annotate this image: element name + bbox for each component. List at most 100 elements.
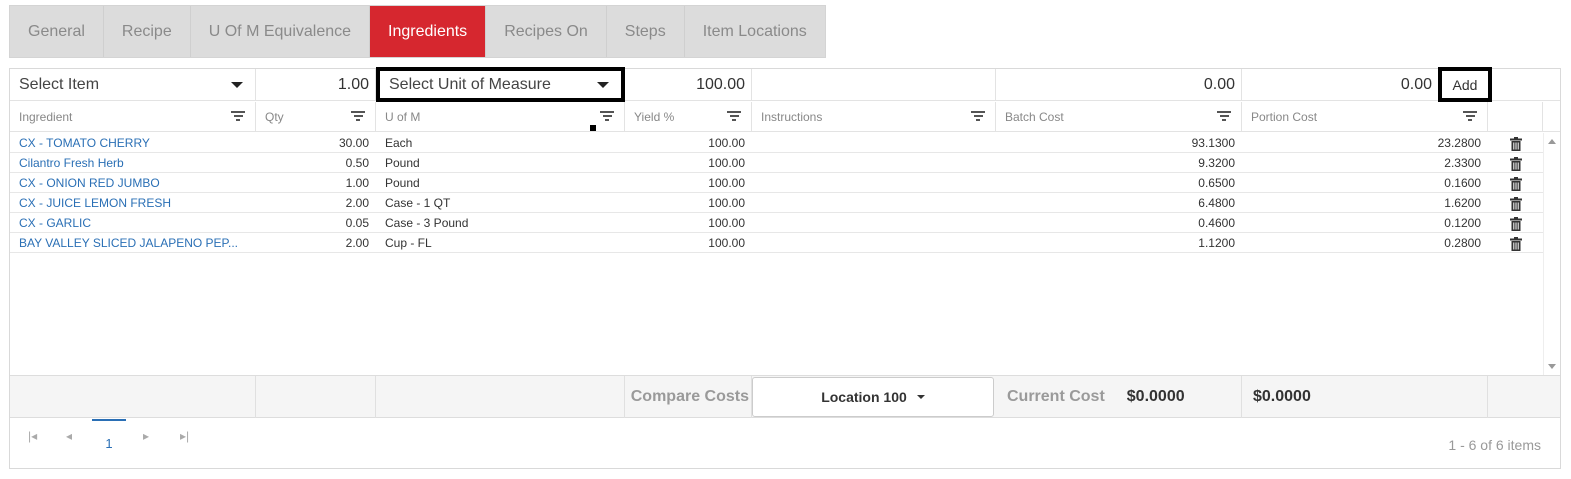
portion-cost-input[interactable]: 0.00 [1242,69,1438,100]
trash-icon[interactable] [1510,237,1522,251]
tab-ingredients[interactable]: Ingredients [370,6,487,57]
grid-footer: Compare Costs Location 100 Current Cost … [10,375,1560,418]
trash-icon[interactable] [1510,217,1522,231]
column-label: Qty [265,110,284,124]
column-header-ingredient[interactable]: Ingredient [10,102,256,132]
yield-cell: 100.00 [708,216,745,230]
table-row[interactable]: Cilantro Fresh Herb 0.50 Pound 100.00 9.3200… [10,153,1543,173]
batch-cost-input[interactable]: 0.00 [996,69,1242,100]
instructions-cell [752,133,996,153]
first-page-icon[interactable]: |◂ [28,429,37,443]
column-label: Ingredient [19,110,73,124]
footer-cell [10,376,256,418]
current-cost-label: Current Cost [1007,388,1105,405]
ingredient-link[interactable]: Cilantro Fresh Herb [10,153,256,173]
table-row[interactable]: CX - GARLIC 0.05 Case - 3 Pound 100.00 0.460… [10,213,1543,233]
column-header-instructions[interactable]: Instructions [752,102,996,132]
footer-current-cost-cell: Current Cost $0.0000 [996,376,1242,418]
grid-header: Ingredient Qty U of M Yield % Instructio… [10,102,1560,132]
table-row[interactable]: CX - ONION RED JUMBO 1.00 Pound 100.00 0.650… [10,173,1543,193]
yield-cell: 100.00 [708,176,745,190]
uom-cell: Each [385,136,413,150]
tab-uom-equivalence[interactable]: U Of M Equivalence [190,6,371,57]
location-dropdown-button[interactable]: Location 100 [752,377,994,417]
resize-handle[interactable] [590,125,596,131]
footer-compare-cell: Compare Costs [625,376,752,418]
ingredient-link[interactable]: CX - GARLIC [10,213,256,233]
instructions-cell [752,213,996,233]
last-page-icon[interactable]: ▸| [180,429,189,443]
page-number-current[interactable]: 1 [92,419,126,453]
uom-cell: Cup - FL [385,236,432,250]
table-row[interactable]: BAY VALLEY SLICED JALAPENO PEP... 2.00 Cup… [10,233,1543,253]
tab-recipes-on[interactable]: Recipes On [486,6,607,57]
instructions-input[interactable] [752,69,996,100]
filter-icon[interactable] [600,111,614,122]
footer-portion-total-cell: $0.0000 [1242,376,1488,418]
filter-icon[interactable] [1217,111,1231,122]
filter-icon[interactable] [971,111,985,122]
select-item-dropdown[interactable]: Select Item [10,69,256,100]
add-ingredient-button[interactable]: Add [1438,67,1492,102]
trash-icon[interactable] [1510,197,1522,211]
ingredient-link[interactable]: CX - ONION RED JUMBO [10,173,256,193]
column-header-portion-cost[interactable]: Portion Cost [1242,102,1488,132]
qty-cell: 0.50 [345,156,369,170]
select-uom-dropdown[interactable]: Select Unit of Measure [376,67,625,102]
table-row[interactable]: CX - TOMATO CHERRY 30.00 Each 100.00 93.1300… [10,133,1543,153]
scroll-up-icon[interactable] [1548,139,1556,144]
select-uom-toggle[interactable] [585,71,621,98]
ingredients-grid: Select Item 1.00 Select Unit of Measure … [9,67,1561,469]
next-page-icon[interactable]: ▸ [143,429,149,443]
portion-total-value: $0.0000 [1253,388,1311,405]
trash-icon[interactable] [1510,137,1522,151]
tab-item-locations[interactable]: Item Locations [684,6,825,57]
tab-strip: General Recipe U Of M Equivalence Ingred… [9,5,826,58]
ingredient-link[interactable]: CX - JUICE LEMON FRESH [10,193,256,213]
column-header-qty[interactable]: Qty [256,102,376,132]
tab-recipe[interactable]: Recipe [103,6,191,57]
portion-cost-cell: 23.2800 [1437,136,1481,150]
scroll-down-icon[interactable] [1548,364,1556,369]
select-uom-placeholder: Select Unit of Measure [389,75,551,93]
ingredient-link[interactable]: CX - TOMATO CHERRY [10,133,256,153]
ingredient-link[interactable]: BAY VALLEY SLICED JALAPENO PEP... [10,233,256,253]
batch-cost-cell: 1.1200 [1198,236,1235,250]
chevron-down-icon [231,81,243,88]
chevron-down-icon [597,81,609,88]
uom-cell: Case - 3 Pound [385,216,469,230]
column-header-batch-cost[interactable]: Batch Cost [996,102,1242,132]
location-label: Location 100 [821,389,907,405]
vertical-scrollbar[interactable] [1543,133,1560,375]
uom-cell: Pound [385,176,420,190]
yield-input[interactable]: 100.00 [625,69,752,100]
filter-icon[interactable] [1463,111,1477,122]
batch-cost-cell: 0.4600 [1198,216,1235,230]
yield-cell: 100.00 [708,196,745,210]
batch-cost-cell: 6.4800 [1198,196,1235,210]
portion-cost-cell: 2.3300 [1444,156,1481,170]
filter-icon[interactable] [727,111,741,122]
current-cost-value: $0.0000 [1126,388,1185,405]
table-row[interactable]: CX - JUICE LEMON FRESH 2.00 Case - 1 QT 100… [10,193,1543,213]
batch-cost-cell: 93.1300 [1191,136,1235,150]
instructions-cell [752,193,996,213]
column-header-actions [1488,102,1543,132]
tab-general[interactable]: General [10,6,104,57]
tab-steps[interactable]: Steps [606,6,685,57]
uom-cell: Pound [385,156,420,170]
batch-cost-cell: 0.6500 [1198,176,1235,190]
column-header-uom[interactable]: U of M [376,102,625,132]
instructions-cell [752,153,996,173]
trash-icon[interactable] [1510,177,1522,191]
trash-icon[interactable] [1510,157,1522,171]
filter-icon[interactable] [351,111,365,122]
column-header-yield[interactable]: Yield % [625,102,752,132]
qty-cell: 30.00 [338,136,369,150]
filter-icon[interactable] [231,111,245,122]
select-item-toggle[interactable] [219,69,255,100]
qty-input[interactable]: 1.00 [256,69,376,100]
previous-page-icon[interactable]: ◂ [66,429,72,443]
portion-cost-cell: 1.6200 [1444,196,1481,210]
portion-cost-cell: 0.1200 [1444,216,1481,230]
